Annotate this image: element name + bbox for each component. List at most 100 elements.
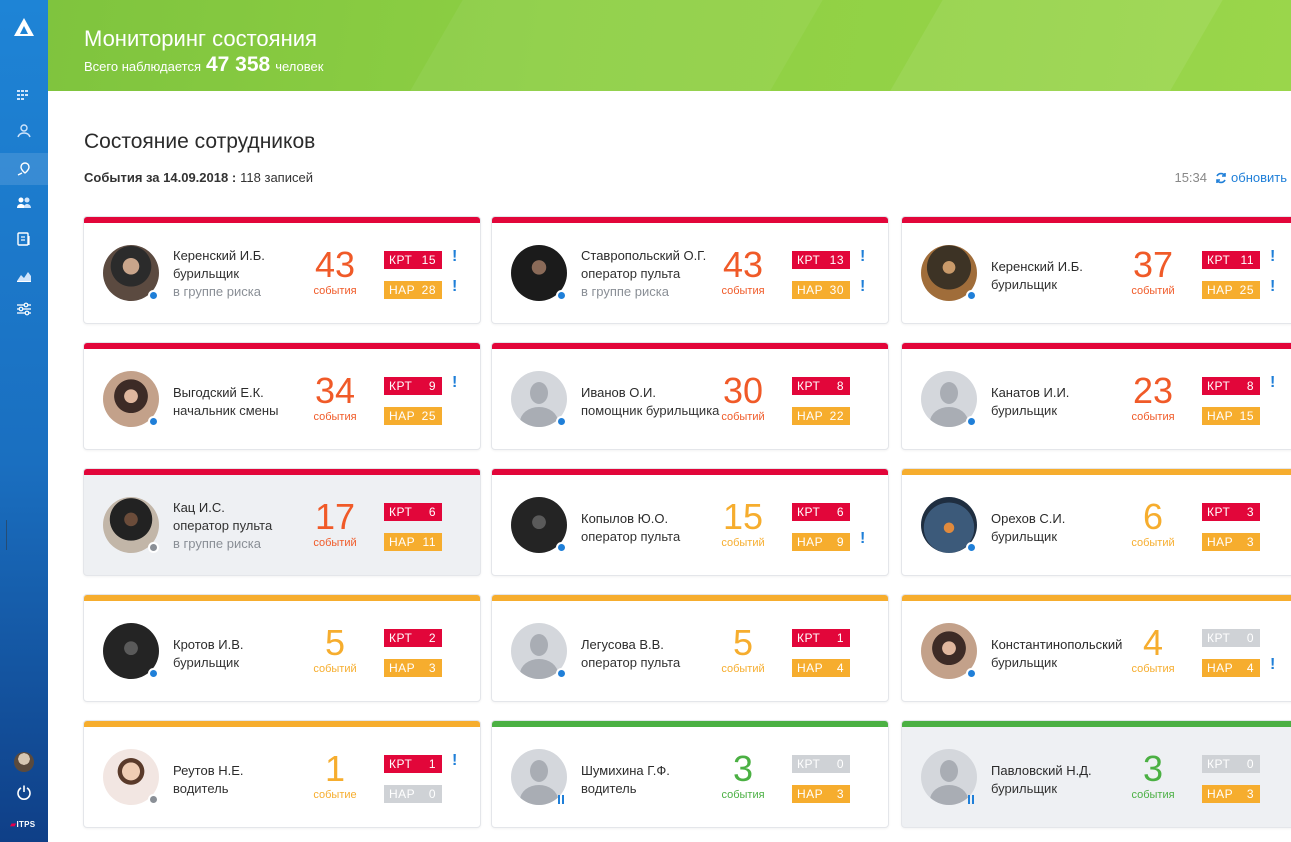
- severity-bar: [902, 469, 1291, 475]
- severity-bar: [492, 595, 888, 601]
- employee-name[interactable]: Шумихина Г.Ф.: [581, 762, 721, 780]
- pause-icon: [558, 795, 566, 804]
- employee-name[interactable]: Копылов Ю.О.: [581, 510, 721, 528]
- employee-info: Ставропольский О.Г. оператор пульта в груп…: [581, 247, 721, 301]
- employee-name[interactable]: Ставропольский О.Г.: [581, 247, 721, 265]
- employee-card[interactable]: Керенский И.Б. бурильщик 37 событий КРТ 11! НА…: [901, 216, 1291, 324]
- alert-icon[interactable]: !: [452, 248, 457, 266]
- employee-name[interactable]: Выгодский Е.К.: [173, 384, 313, 402]
- employee-card[interactable]: Иванов О.И. помощник бурильщика 30 событий К…: [491, 342, 889, 450]
- badge-value: 11: [422, 535, 436, 549]
- nar-badge: НАР 9: [792, 533, 850, 551]
- nar-badge: НАР 3: [1202, 533, 1260, 551]
- badge-value: 3: [428, 661, 436, 675]
- status-dot: [148, 290, 159, 301]
- employee-role: помощник бурильщика: [581, 403, 720, 418]
- person-location-icon[interactable]: [12, 119, 36, 143]
- employee-card[interactable]: Константинопольский бурильщик 4 события КРТ 0…: [901, 594, 1291, 702]
- alert-icon[interactable]: !: [452, 752, 457, 770]
- employee-name[interactable]: Кац И.С.: [173, 499, 313, 517]
- badge-label: КРТ: [389, 505, 413, 519]
- section-title: Состояние сотрудников: [84, 130, 316, 153]
- employee-card[interactable]: Канатов И.И. бурильщик 23 события КРТ 8! НАР 15: [901, 342, 1291, 450]
- events-count: 3: [732, 748, 754, 789]
- severity-bar: [84, 217, 480, 223]
- employee-card[interactable]: Легусова В.В. оператор пульта 5 событий КРТ 1…: [491, 594, 889, 702]
- alert-icon[interactable]: !: [1270, 374, 1275, 392]
- alert-icon[interactable]: !: [1270, 248, 1275, 266]
- badge-label: НАР: [1207, 409, 1234, 423]
- sliders-icon[interactable]: [12, 297, 36, 321]
- employee-info: Кац И.С. оператор пульта в группе риска: [173, 499, 313, 553]
- nar-badge: НАР 3: [1202, 785, 1260, 803]
- badge-value: 28: [421, 283, 436, 297]
- users-icon[interactable]: [12, 191, 36, 215]
- employee-card[interactable]: Реутов Н.Е. водитель 1 событие КРТ 1! НАР 0: [83, 720, 481, 828]
- employee-name[interactable]: Реутов Н.Е.: [173, 762, 313, 780]
- badge-label: КРТ: [797, 757, 821, 771]
- power-icon[interactable]: [12, 780, 36, 804]
- employee-name[interactable]: Керенский И.Б.: [991, 258, 1131, 276]
- employee-card[interactable]: Шумихина Г.Ф. водитель 3 события КРТ 0 НАР 3: [491, 720, 889, 828]
- refresh-button[interactable]: обновить: [1215, 170, 1287, 185]
- employee-name[interactable]: Керенский И.Б.: [173, 247, 313, 265]
- employee-name[interactable]: Канатов И.И.: [991, 384, 1131, 402]
- chart-area-icon[interactable]: [12, 263, 36, 287]
- severity-bar: [902, 721, 1291, 727]
- badge-label: КРТ: [797, 379, 821, 393]
- badge-label: НАР: [1207, 661, 1234, 675]
- badge-label: НАР: [797, 283, 824, 297]
- badge-value: 8: [836, 379, 844, 393]
- employee-name[interactable]: Орехов С.И.: [991, 510, 1131, 528]
- employee-card[interactable]: Кац И.С. оператор пульта в группе риска 17 с…: [83, 468, 481, 576]
- badge-value: 13: [829, 253, 844, 267]
- map-pin-icon[interactable]: [0, 153, 48, 185]
- events-metric: 23 события: [1124, 370, 1182, 424]
- employee-name[interactable]: Павловский Н.Д.: [991, 762, 1131, 780]
- employee-info: Легусова В.В. оператор пульта: [581, 636, 721, 672]
- events-unit: событий: [313, 663, 357, 675]
- employee-name[interactable]: Иванов О.И.: [581, 384, 721, 402]
- events-unit: события: [1131, 411, 1175, 423]
- employee-card[interactable]: Павловский Н.Д. бурильщик 3 события КРТ 0 НАР 3: [901, 720, 1291, 828]
- badge-label: КРТ: [797, 253, 821, 267]
- alert-icon[interactable]: !: [452, 374, 457, 392]
- employee-name[interactable]: Кротов И.В.: [173, 636, 313, 654]
- employee-name[interactable]: Константинопольский: [991, 636, 1131, 654]
- current-user-avatar[interactable]: [14, 752, 34, 772]
- badge-label: НАР: [797, 787, 824, 801]
- events-unit: события: [1131, 663, 1175, 675]
- employee-name[interactable]: Легусова В.В.: [581, 636, 721, 654]
- employee-card[interactable]: Кротов И.В. бурильщик 5 событий КРТ 2 НАР 3: [83, 594, 481, 702]
- employee-card[interactable]: Ставропольский О.Г. оператор пульта в груп…: [491, 216, 889, 324]
- alert-icon[interactable]: !: [452, 278, 457, 296]
- alert-icon[interactable]: !: [1270, 656, 1275, 674]
- alert-icon[interactable]: !: [860, 278, 865, 296]
- employee-role: бурильщик: [991, 781, 1058, 796]
- badge-label: НАР: [389, 409, 416, 423]
- employee-card[interactable]: Копылов Ю.О. оператор пульта 15 событий КРТ 6…: [491, 468, 889, 576]
- status-dot: [148, 668, 159, 679]
- sidebar: ▰ITPS: [0, 0, 48, 842]
- events-count: 5: [732, 622, 754, 663]
- employee-card[interactable]: Выгодский Е.К. начальник смены 34 события КР…: [83, 342, 481, 450]
- status-dot: [556, 290, 567, 301]
- employee-role: бурильщик: [991, 529, 1058, 544]
- employee-card[interactable]: Керенский И.Б. бурильщик в группе риска 43 с…: [83, 216, 481, 324]
- employee-card[interactable]: Орехов С.И. бурильщик 6 событий КРТ 3 НАР 3: [901, 468, 1291, 576]
- badge-value: 0: [1246, 757, 1254, 771]
- kpt-badge: КРТ 0: [1202, 755, 1260, 773]
- events-unit: события: [1131, 789, 1175, 801]
- badge-value: 3: [1246, 505, 1254, 519]
- document-icon[interactable]: [12, 227, 36, 251]
- employee-info: Павловский Н.Д. бурильщик: [991, 762, 1131, 798]
- edge-mark: [6, 520, 7, 550]
- employee-role: оператор пульта: [581, 529, 681, 544]
- alert-icon[interactable]: !: [1270, 278, 1275, 296]
- alert-icon[interactable]: !: [860, 530, 865, 548]
- alert-icon[interactable]: !: [860, 248, 865, 266]
- badge-label: НАР: [1207, 283, 1234, 297]
- events-count: 23: [1132, 370, 1174, 411]
- grid-dashboard-icon[interactable]: [12, 83, 36, 107]
- app-logo-icon[interactable]: [13, 16, 35, 38]
